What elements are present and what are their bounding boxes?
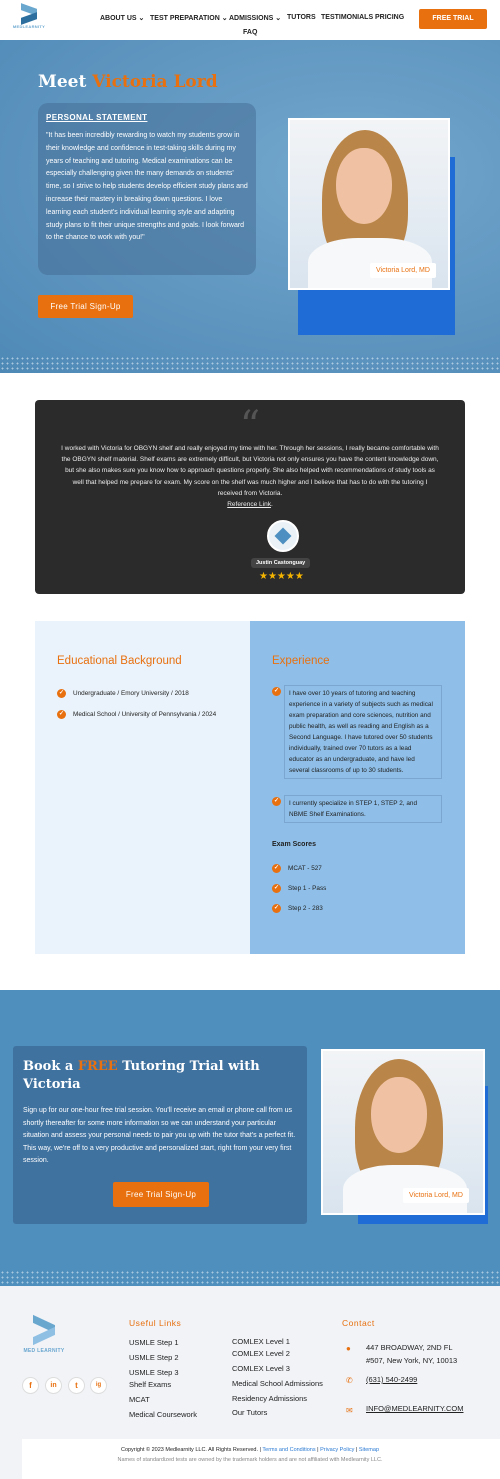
nav-faq[interactable]: FAQ: [243, 29, 257, 36]
quote-icon: “: [239, 403, 261, 449]
testimonial-text: I worked with Victoria for OBGYN shelf a…: [61, 445, 439, 497]
footer-link[interactable]: COMLEX Level 1: [232, 1337, 290, 1346]
disclaimer-text: Names of standardized tests are owned by…: [117, 1457, 383, 1463]
statement-heading: PERSONAL STATEMENT: [46, 113, 148, 122]
cta-title: Book a FREE Tutoring Trial with Victoria: [23, 1059, 260, 1092]
hero-section: Meet Victoria Lord PERSONAL STATEMENT "I…: [0, 40, 500, 373]
footer-link[interactable]: USMLE Step 2: [129, 1353, 179, 1362]
sitemap-link[interactable]: Sitemap: [359, 1447, 379, 1453]
free-trial-button[interactable]: FREE TRIAL: [419, 9, 487, 29]
experience-heading: Experience: [272, 655, 330, 667]
cta-text: Sign up for our one-hour free trial sess…: [23, 1107, 296, 1165]
logo-text: MEDLEARNITY: [12, 24, 46, 29]
page-title: Meet Victoria Lord: [38, 72, 218, 92]
tutor-photo: Victoria Lord, MD: [288, 118, 450, 290]
photo-caption: Victoria Lord, MD: [403, 1188, 469, 1203]
hero-signup-button[interactable]: Free Trial Sign-Up: [38, 295, 133, 318]
footer-link[interactable]: USMLE Step 3: [129, 1368, 179, 1377]
check-icon: ✓: [272, 864, 281, 873]
score-item: MCAT - 527: [288, 865, 322, 872]
score-item: Step 1 - Pass: [288, 885, 327, 892]
linkedin-icon[interactable]: in: [45, 1377, 62, 1394]
footer-link[interactable]: Our Tutors: [232, 1408, 267, 1417]
email-icon: ✉: [346, 1406, 353, 1415]
footer-link[interactable]: Medical Coursework: [129, 1410, 197, 1419]
terms-link[interactable]: Terms and Conditions: [262, 1447, 315, 1453]
score-item: Step 2 - 283: [288, 905, 323, 912]
phone-link[interactable]: (631) 540-2499: [366, 1375, 417, 1384]
statement-text: "It has been incredibly rewarding to wat…: [46, 132, 248, 242]
check-icon: ✓: [272, 904, 281, 913]
education-heading: Educational Background: [57, 655, 182, 667]
education-panel: Educational Background ✓ Undergraduate /…: [35, 621, 250, 954]
twitter-icon[interactable]: t: [68, 1377, 85, 1394]
logo-mark-icon: [19, 3, 39, 25]
copyright-text: Copyright © 2023 Medlearnity LLC. All Ri…: [120, 1447, 263, 1453]
personal-statement-card: PERSONAL STATEMENT "It has been incredib…: [38, 103, 256, 275]
nav-admissions[interactable]: ADMISSIONS ⌄: [229, 14, 281, 22]
check-icon: ✓: [57, 689, 66, 698]
testimonial-author: Justin Castonguay: [251, 558, 311, 568]
contact-heading: Contact: [342, 1318, 375, 1328]
photo-caption: Victoria Lord, MD: [370, 263, 436, 278]
nav-about-us[interactable]: ABOUT US ⌄: [100, 14, 144, 22]
address-line-1: 447 BROADWAY, 2ND FL: [366, 1343, 453, 1352]
rating-stars-icon: ★★★★★: [259, 571, 304, 582]
trial-cta-section: Book a FREE Tutoring Trial with Victoria…: [0, 990, 500, 1286]
address-line-2: #507, New York, NY, 10013: [366, 1356, 458, 1365]
nav-test-preparation[interactable]: TEST PREPARATION ⌄: [150, 14, 228, 22]
nav-testimonials[interactable]: TESTIMONIALS: [321, 14, 373, 21]
reference-link[interactable]: Reference Link: [227, 501, 271, 508]
footer-link[interactable]: Medical School Admissions: [232, 1379, 323, 1388]
footer-link[interactable]: Residency Admissions: [232, 1394, 307, 1403]
experience-item: I have over 10 years of tutoring and tea…: [284, 685, 442, 779]
site-header: MEDLEARNITY ABOUT US ⌄ TEST PREPARATION …: [0, 0, 500, 40]
footer-logo-text: MED LEARNITY: [23, 1348, 65, 1354]
cta-signup-button[interactable]: Free Trial Sign-Up: [113, 1182, 209, 1207]
education-item: Medical School / University of Pennsylva…: [73, 711, 217, 718]
footer-link[interactable]: USMLE Step 1: [129, 1338, 179, 1347]
nav-tutors[interactable]: TUTORS: [287, 14, 316, 21]
footer-logo[interactable]: MED LEARNITY: [22, 1314, 66, 1354]
email-link[interactable]: INFO@MEDLEARNITY.COM: [366, 1404, 464, 1413]
check-icon: ✓: [272, 797, 281, 806]
site-logo[interactable]: MEDLEARNITY: [12, 3, 46, 36]
phone-icon: ✆: [346, 1376, 353, 1385]
experience-item: I currently specialize in STEP 1, STEP 2…: [284, 795, 442, 823]
education-item: Undergraduate / Emory University / 2018: [73, 690, 189, 697]
useful-links-heading: Useful Links: [129, 1318, 182, 1328]
location-pin-icon: ●: [346, 1344, 351, 1353]
tutor-photo: Victoria Lord, MD: [321, 1049, 485, 1215]
check-icon: ✓: [272, 687, 281, 696]
instagram-icon[interactable]: ig: [90, 1377, 107, 1394]
nav-pricing[interactable]: PRICING: [375, 14, 404, 21]
check-icon: ✓: [57, 710, 66, 719]
footer-link[interactable]: MCAT: [129, 1395, 150, 1404]
footer-link[interactable]: Shelf Exams: [129, 1380, 171, 1389]
copyright-bar: Copyright © 2023 Medlearnity LLC. All Ri…: [22, 1439, 500, 1479]
privacy-link[interactable]: Privacy Policy: [320, 1447, 354, 1453]
footer-link[interactable]: COMLEX Level 2: [232, 1349, 290, 1358]
footer-link[interactable]: COMLEX Level 3: [232, 1364, 290, 1373]
logo-mark-icon: [29, 1314, 59, 1346]
avatar: [267, 520, 299, 552]
experience-panel: Experience ✓ I have over 10 years of tut…: [250, 621, 465, 954]
facebook-icon[interactable]: f: [22, 1377, 39, 1394]
exam-scores-heading: Exam Scores: [272, 841, 316, 848]
testimonial-card: “ I worked with Victoria for OBGYN shelf…: [35, 400, 465, 594]
check-icon: ✓: [272, 884, 281, 893]
